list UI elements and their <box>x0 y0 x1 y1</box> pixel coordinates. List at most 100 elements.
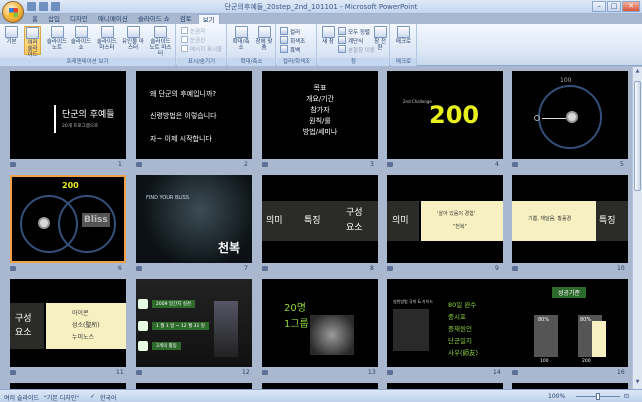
switch-windows-button[interactable]: 창 전환 <box>372 26 388 55</box>
scroll-down-icon[interactable]: ▼ <box>634 379 641 387</box>
transition-icon <box>387 162 393 167</box>
notes-master-button[interactable]: 슬라이드 노트 마스터 <box>147 26 174 57</box>
slide-thumbnail-11[interactable]: 구성 요소 아이콘 성소(聖所) 누미노스 <box>10 279 126 367</box>
arrange-all-button[interactable]: 모두 정렬 <box>338 27 370 36</box>
view-status: 여러 슬라이드 <box>4 395 40 402</box>
slide-number: 11 <box>116 369 124 376</box>
slide-text: 의미 <box>392 216 409 226</box>
slide-text: 원칙/룰 <box>309 117 331 125</box>
ribbon: 기본 여러 슬라이드 슬라이드 노트 슬라이드 쇼 슬라이드 마스터 유인물 마… <box>0 24 642 66</box>
slide-number: 12 <box>242 369 250 376</box>
slide-thumbnail-16[interactable]: 성공기준 80% 80% 100 200 <box>512 279 628 367</box>
ruler-checkbox[interactable]: 눈금자 <box>181 27 205 35</box>
slide-text: 20명 <box>284 303 306 314</box>
zoom-slider-knob[interactable] <box>596 393 600 400</box>
slide-text: '살아 있음의 경험' <box>437 211 476 217</box>
transition-icon <box>10 162 16 167</box>
handout-master-button[interactable]: 유인물 마스터 <box>121 26 145 55</box>
macros-button[interactable]: 매크로 <box>395 26 412 55</box>
slide-text: 80일 완수 <box>448 301 477 309</box>
group-show-hide: 눈금자 눈금선 메시지 표시줄 표시/숨기기 <box>177 24 227 66</box>
slide-text: "천복" <box>453 224 467 230</box>
slide-text: 사우(師友) <box>448 349 479 357</box>
slide-thumbnail-6[interactable]: 200 Bliss <box>10 175 126 263</box>
close-button[interactable]: ✕ <box>622 1 640 12</box>
slide-text: 20개 프로그램으로 <box>62 124 99 129</box>
slide-thumbnail-7[interactable]: FIND YOUR BLISS 천복 <box>136 175 252 263</box>
slide-show-button[interactable]: 슬라이드 쇼 <box>70 26 92 55</box>
calendar-icon <box>138 299 148 309</box>
slide-sorter-button[interactable]: 여러 슬라이드 <box>24 26 41 58</box>
slide-number: 7 <box>244 265 248 272</box>
slide-number: 9 <box>495 265 499 272</box>
slide-thumbnail-9[interactable]: 의미 '살아 있음의 경험' "천복" <box>387 175 503 263</box>
language-status[interactable]: 한국어 <box>100 393 117 402</box>
scroll-up-icon[interactable]: ▲ <box>634 68 641 76</box>
group-label: 매크로 <box>391 58 416 66</box>
slide-text: 의미 <box>266 216 283 226</box>
move-split-button[interactable]: 분할창 이동 <box>338 45 375 54</box>
group-label: 창 <box>318 58 389 66</box>
office-button[interactable] <box>2 1 24 23</box>
zoom-button[interactable]: 확대/축소 <box>230 26 252 55</box>
slide-thumbnail-12[interactable]: 2009 일간지 실천 1 월 1 일 ~ 12 월 31 일 3개의 활동 <box>136 279 252 367</box>
new-window-button[interactable]: 새 창 <box>320 26 336 55</box>
slide-number: 1 <box>118 161 122 168</box>
slide-number: 13 <box>368 369 376 376</box>
slide-master-button[interactable]: 슬라이드 마스터 <box>95 26 119 55</box>
slide-text: 80% <box>538 317 550 323</box>
group-window: 새 창 모두 정렬 계단식 분할창 이동 창 전환 창 <box>318 24 390 66</box>
slide-thumbnail-10[interactable]: 기쁨, 재달음, 황홀경 특징 <box>512 175 628 263</box>
slide-thumbnail-13[interactable]: 20명 1그룹 <box>262 279 378 367</box>
slide-number: 14 <box>493 369 501 376</box>
transition-icon <box>262 162 268 167</box>
transition-icon <box>136 370 142 375</box>
minimize-button[interactable]: – <box>592 1 606 12</box>
grayscale-option[interactable]: 회색조 <box>280 36 305 45</box>
scrollbar-thumb[interactable] <box>634 81 641 191</box>
slide-sorter-pane: 단군의 후예들 20개 프로그램으로 왜 단군의 후예입니까? 신령방법은 이렇… <box>0 67 642 389</box>
slide-text: 특징 <box>599 216 616 226</box>
color-option[interactable]: 컬러 <box>280 27 300 36</box>
slide-thumbnail-4[interactable]: 2nd Challenge 200 <box>387 71 503 159</box>
slide-text: 구성 <box>15 314 32 324</box>
group-label: 확대/축소 <box>228 58 275 66</box>
cascade-button[interactable]: 계단식 <box>338 36 363 45</box>
fit-to-window-button[interactable]: 창에 맞춤 <box>254 26 274 55</box>
slide-text: 단군의 후예들 <box>62 110 115 120</box>
fit-slide-icon[interactable]: ⊡ <box>624 393 629 400</box>
slide-thumbnail-5[interactable]: 100 <box>512 71 628 159</box>
maximize-button[interactable]: □ <box>607 1 621 12</box>
slide-text: 참가자 <box>310 106 330 114</box>
slide-text: 성공기준 <box>552 287 587 298</box>
gridlines-checkbox[interactable]: 눈금선 <box>181 36 205 44</box>
theme-status[interactable]: "기본 디자인" <box>44 393 79 402</box>
zoom-level[interactable]: 100% <box>548 393 565 400</box>
vertical-scrollbar[interactable]: ▲ ▼ <box>632 67 642 389</box>
slide-thumbnail-8[interactable]: 의미 특징 구성 요소 <box>262 175 378 263</box>
slide-text: 목표 <box>313 84 327 92</box>
list-panel <box>393 309 429 351</box>
transition-icon <box>512 266 518 271</box>
bar-shape <box>592 321 606 357</box>
dot-shape <box>534 115 540 121</box>
slide-thumbnail-2[interactable]: 왜 단군의 후예입니까? 신령방법은 이렇습니다 자~ 이제 시작합니다 <box>136 71 252 159</box>
slide-thumbnail-3[interactable]: 목표 개요/기간 참가자 원칙/룰 방법/세미나 <box>262 71 378 159</box>
spellcheck-icon[interactable]: ✓ <box>90 393 95 400</box>
black-white-option[interactable]: 흑백 <box>280 45 300 54</box>
slide-text: 구성 <box>346 208 363 218</box>
slide-text: 중시포 <box>448 313 466 321</box>
group-color-grayscale: 컬러 회색조 흑백 컬러/회색조 <box>277 24 317 66</box>
message-bar-checkbox[interactable]: 메시지 표시줄 <box>181 45 222 53</box>
normal-view-button[interactable]: 기본 <box>3 26 20 55</box>
notes-page-button[interactable]: 슬라이드 노트 <box>46 26 68 55</box>
alarm-clock-icon <box>566 111 578 123</box>
slide-text: 2009 일간지 실천 <box>152 300 196 308</box>
slide-text: 200 <box>429 101 480 129</box>
slide-thumbnail-1[interactable]: 단군의 후예들 20개 프로그램으로 <box>10 71 126 159</box>
slide-text: 80% <box>580 317 592 323</box>
hands-image <box>310 315 354 355</box>
slide-text: 1그룹 <box>284 319 309 330</box>
transition-icon <box>10 370 16 375</box>
transition-icon <box>387 370 393 375</box>
